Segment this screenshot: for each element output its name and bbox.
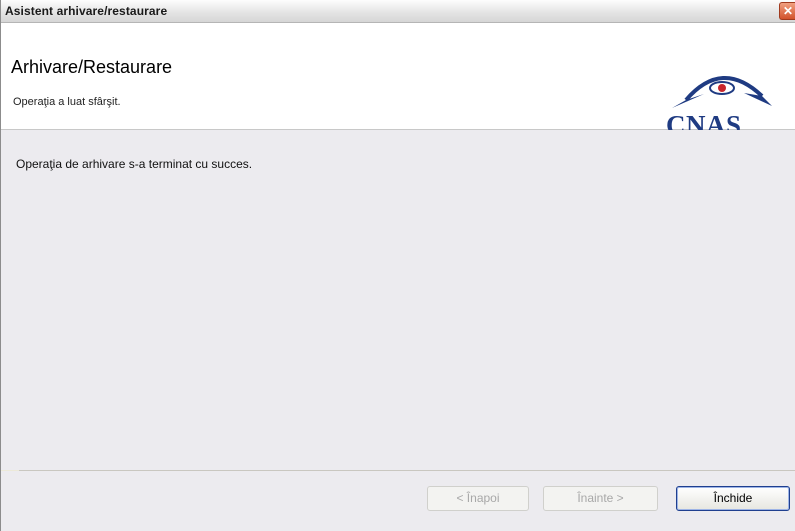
status-message: Operaţia de arhivare s-a terminat cu suc…	[16, 157, 253, 171]
wizard-content: Operaţia de arhivare s-a terminat cu suc…	[1, 130, 795, 470]
close-icon[interactable]: ✕	[779, 2, 795, 20]
wizard-header: Arhivare/Restaurare Operaţia a luat sfâr…	[1, 23, 795, 140]
back-button[interactable]: < Înapoi	[427, 486, 529, 511]
wizard-window: Asistent arhivare/restaurare ✕ Arhivare/…	[0, 0, 795, 531]
title-bar[interactable]: Asistent arhivare/restaurare ✕	[1, 0, 795, 23]
footer-divider	[19, 470, 795, 471]
close-button[interactable]: Închide	[676, 486, 790, 511]
next-button[interactable]: Înainte >	[543, 486, 658, 511]
page-title: Arhivare/Restaurare	[11, 57, 173, 77]
window-title: Asistent arhivare/restaurare	[5, 4, 168, 18]
page-subtitle: Operaţia a luat sfârşit.	[13, 96, 121, 108]
cnas-logo-icon	[672, 76, 772, 108]
